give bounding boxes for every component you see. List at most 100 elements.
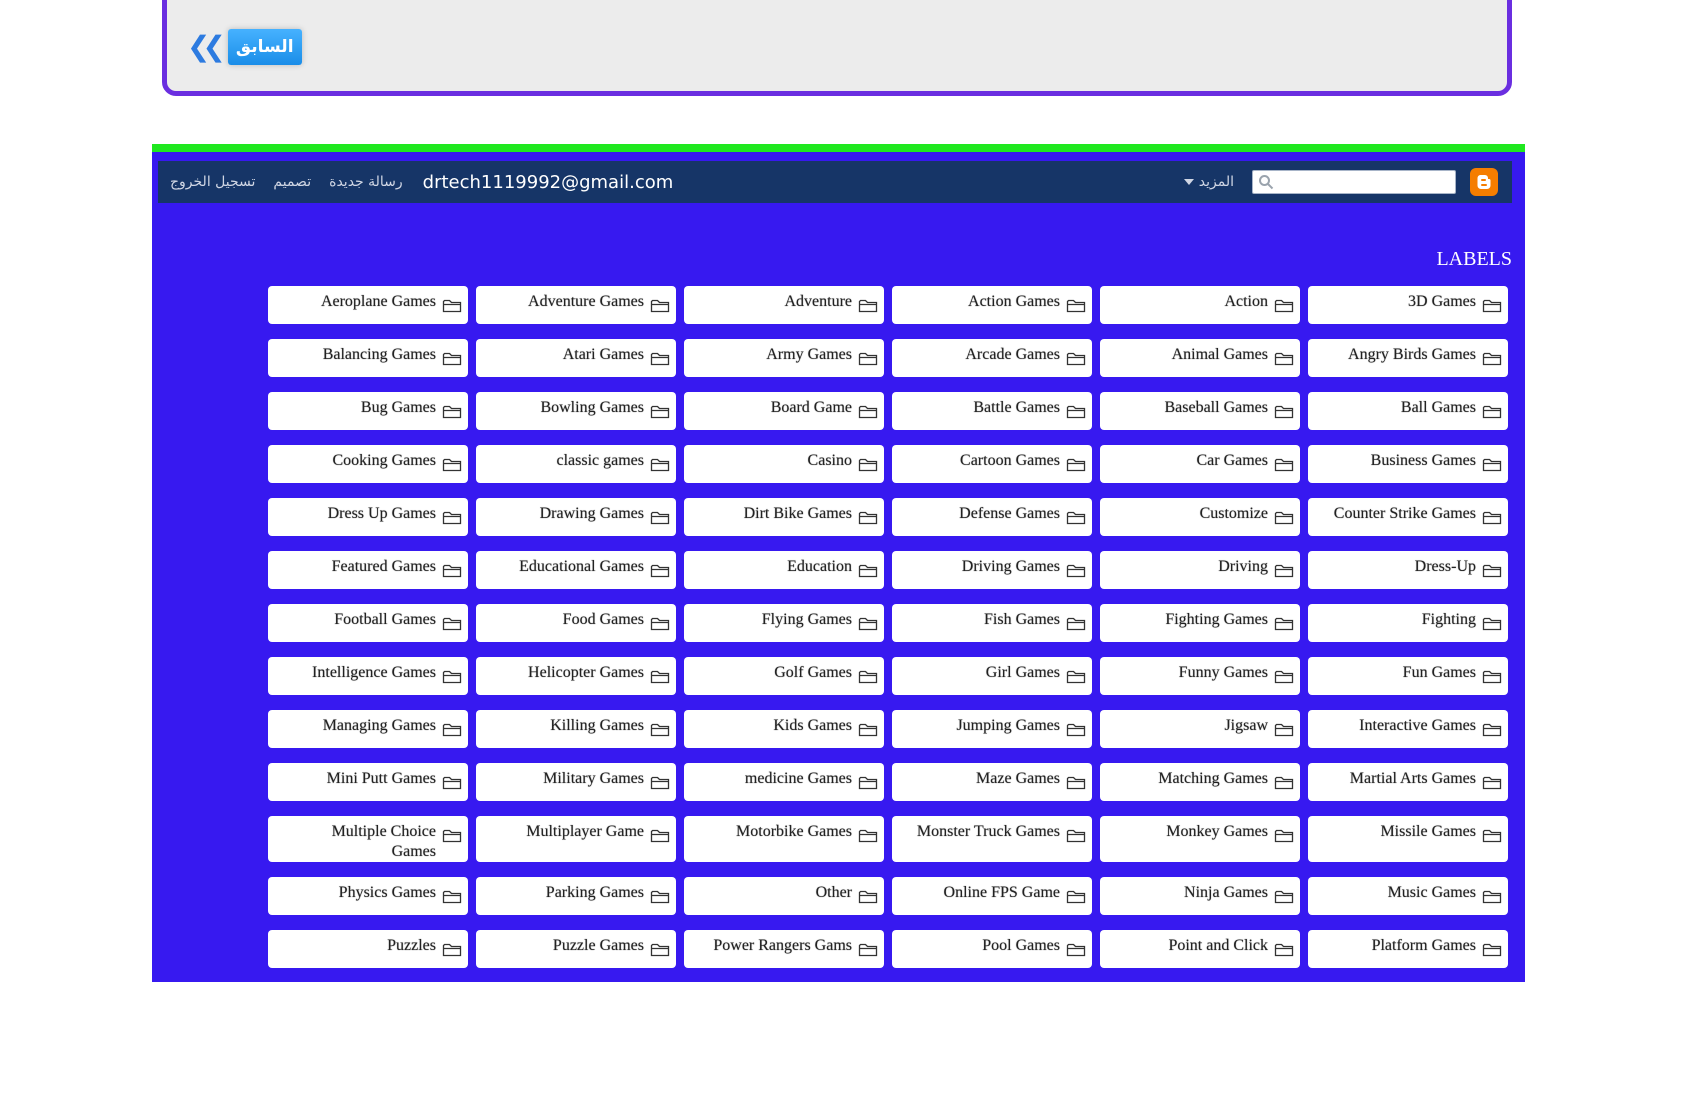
folder-icon — [1482, 350, 1502, 372]
label-item[interactable]: Puzzle Games — [476, 930, 676, 968]
label-item[interactable]: Ninja Games — [1100, 877, 1300, 915]
label-item[interactable]: Adventure Games — [476, 286, 676, 324]
label-item[interactable]: Football Games — [268, 604, 468, 642]
label-item[interactable]: Missile Games — [1308, 816, 1508, 862]
label-item[interactable]: Drawing Games — [476, 498, 676, 536]
label-item[interactable]: Driving — [1100, 551, 1300, 589]
label-item[interactable]: Counter Strike Games — [1308, 498, 1508, 536]
label-item[interactable]: Battle Games — [892, 392, 1092, 430]
label-item[interactable]: Action Games — [892, 286, 1092, 324]
folder-icon — [650, 509, 670, 531]
label-item[interactable]: Intelligence Games — [268, 657, 468, 695]
label-item[interactable]: Board Game — [684, 392, 884, 430]
label-item[interactable]: Fighting Games — [1100, 604, 1300, 642]
label-item[interactable]: Dress Up Games — [268, 498, 468, 536]
label-text: Cartoon Games — [960, 452, 1060, 469]
label-item[interactable]: Cartoon Games — [892, 445, 1092, 483]
folder-icon — [858, 615, 878, 637]
label-item[interactable]: Balancing Games — [268, 339, 468, 377]
folder-icon — [1274, 403, 1294, 425]
label-item[interactable]: Point and Click — [1100, 930, 1300, 968]
label-item[interactable]: Featured Games — [268, 551, 468, 589]
label-item[interactable]: Atari Games — [476, 339, 676, 377]
label-item[interactable]: Multiplayer Game — [476, 816, 676, 862]
label-item[interactable]: Cooking Games — [268, 445, 468, 483]
label-item[interactable]: Pool Games — [892, 930, 1092, 968]
label-item[interactable]: Matching Games — [1100, 763, 1300, 801]
label-item[interactable]: Aeroplane Games — [268, 286, 468, 324]
label-item[interactable]: Casino — [684, 445, 884, 483]
label-item[interactable]: Arcade Games — [892, 339, 1092, 377]
label-item[interactable]: Managing Games — [268, 710, 468, 748]
folder-icon — [1066, 721, 1086, 743]
previous-link[interactable]: ❮❮ السابق — [187, 29, 302, 65]
label-item[interactable]: Mini Putt Games — [268, 763, 468, 801]
label-item[interactable]: Educational Games — [476, 551, 676, 589]
folder-icon — [1066, 888, 1086, 910]
label-item[interactable]: Power Rangers Gams — [684, 930, 884, 968]
label-item[interactable]: Martial Arts Games — [1308, 763, 1508, 801]
label-item[interactable]: Interactive Games — [1308, 710, 1508, 748]
label-item[interactable]: Angry Birds Games — [1308, 339, 1508, 377]
search-input[interactable] — [1252, 170, 1456, 194]
label-item[interactable]: Military Games — [476, 763, 676, 801]
label-item[interactable]: Kids Games — [684, 710, 884, 748]
label-item[interactable]: Driving Games — [892, 551, 1092, 589]
label-item[interactable]: Music Games — [1308, 877, 1508, 915]
label-item[interactable]: Fun Games — [1308, 657, 1508, 695]
label-item[interactable]: Multiple Choice Games — [268, 816, 468, 862]
label-item[interactable]: Online FPS Game — [892, 877, 1092, 915]
label-item[interactable]: Puzzles — [268, 930, 468, 968]
label-item[interactable]: 3D Games — [1308, 286, 1508, 324]
label-item[interactable]: Car Games — [1100, 445, 1300, 483]
previous-button[interactable]: السابق — [227, 29, 302, 65]
label-item[interactable]: Helicopter Games — [476, 657, 676, 695]
label-item[interactable]: Jumping Games — [892, 710, 1092, 748]
label-item[interactable]: Fighting — [1308, 604, 1508, 642]
label-item[interactable]: Funny Games — [1100, 657, 1300, 695]
label-item[interactable]: Bug Games — [268, 392, 468, 430]
label-item[interactable]: Monkey Games — [1100, 816, 1300, 862]
label-item[interactable]: Dirt Bike Games — [684, 498, 884, 536]
label-item[interactable]: Other — [684, 877, 884, 915]
blogger-logo-icon[interactable] — [1470, 168, 1498, 196]
label-text: Defense Games — [959, 505, 1060, 522]
label-item[interactable]: Business Games — [1308, 445, 1508, 483]
label-item[interactable]: Bowling Games — [476, 392, 676, 430]
label-item[interactable]: Jigsaw — [1100, 710, 1300, 748]
label-item[interactable]: Physics Games — [268, 877, 468, 915]
design-link[interactable]: تصميم — [273, 174, 311, 190]
folder-icon — [858, 774, 878, 796]
label-text: Drawing Games — [539, 505, 644, 522]
logout-link[interactable]: تسجيل الخروج — [170, 174, 255, 190]
label-item[interactable]: Customize — [1100, 498, 1300, 536]
folder-icon — [650, 888, 670, 910]
label-item[interactable]: Education — [684, 551, 884, 589]
label-item[interactable]: Golf Games — [684, 657, 884, 695]
label-item[interactable]: Army Games — [684, 339, 884, 377]
label-item[interactable]: Fish Games — [892, 604, 1092, 642]
folder-icon — [1482, 668, 1502, 690]
label-item[interactable]: Ball Games — [1308, 392, 1508, 430]
label-item[interactable]: Maze Games — [892, 763, 1092, 801]
label-item[interactable]: Parking Games — [476, 877, 676, 915]
folder-icon — [442, 774, 462, 796]
label-item[interactable]: Dress-Up — [1308, 551, 1508, 589]
label-item[interactable]: Baseball Games — [1100, 392, 1300, 430]
label-item[interactable]: Animal Games — [1100, 339, 1300, 377]
label-item[interactable]: medicine Games — [684, 763, 884, 801]
folder-icon — [1274, 297, 1294, 319]
label-item[interactable]: Girl Games — [892, 657, 1092, 695]
label-item[interactable]: Defense Games — [892, 498, 1092, 536]
label-item[interactable]: classic games — [476, 445, 676, 483]
label-item[interactable]: Killing Games — [476, 710, 676, 748]
new-post-link[interactable]: رسالة جديدة — [329, 174, 403, 190]
label-item[interactable]: Motorbike Games — [684, 816, 884, 862]
label-item[interactable]: Platform Games — [1308, 930, 1508, 968]
label-item[interactable]: Adventure — [684, 286, 884, 324]
label-item[interactable]: Food Games — [476, 604, 676, 642]
more-menu[interactable]: المزيد — [1183, 174, 1234, 190]
label-item[interactable]: Flying Games — [684, 604, 884, 642]
label-item[interactable]: Action — [1100, 286, 1300, 324]
label-item[interactable]: Monster Truck Games — [892, 816, 1092, 862]
